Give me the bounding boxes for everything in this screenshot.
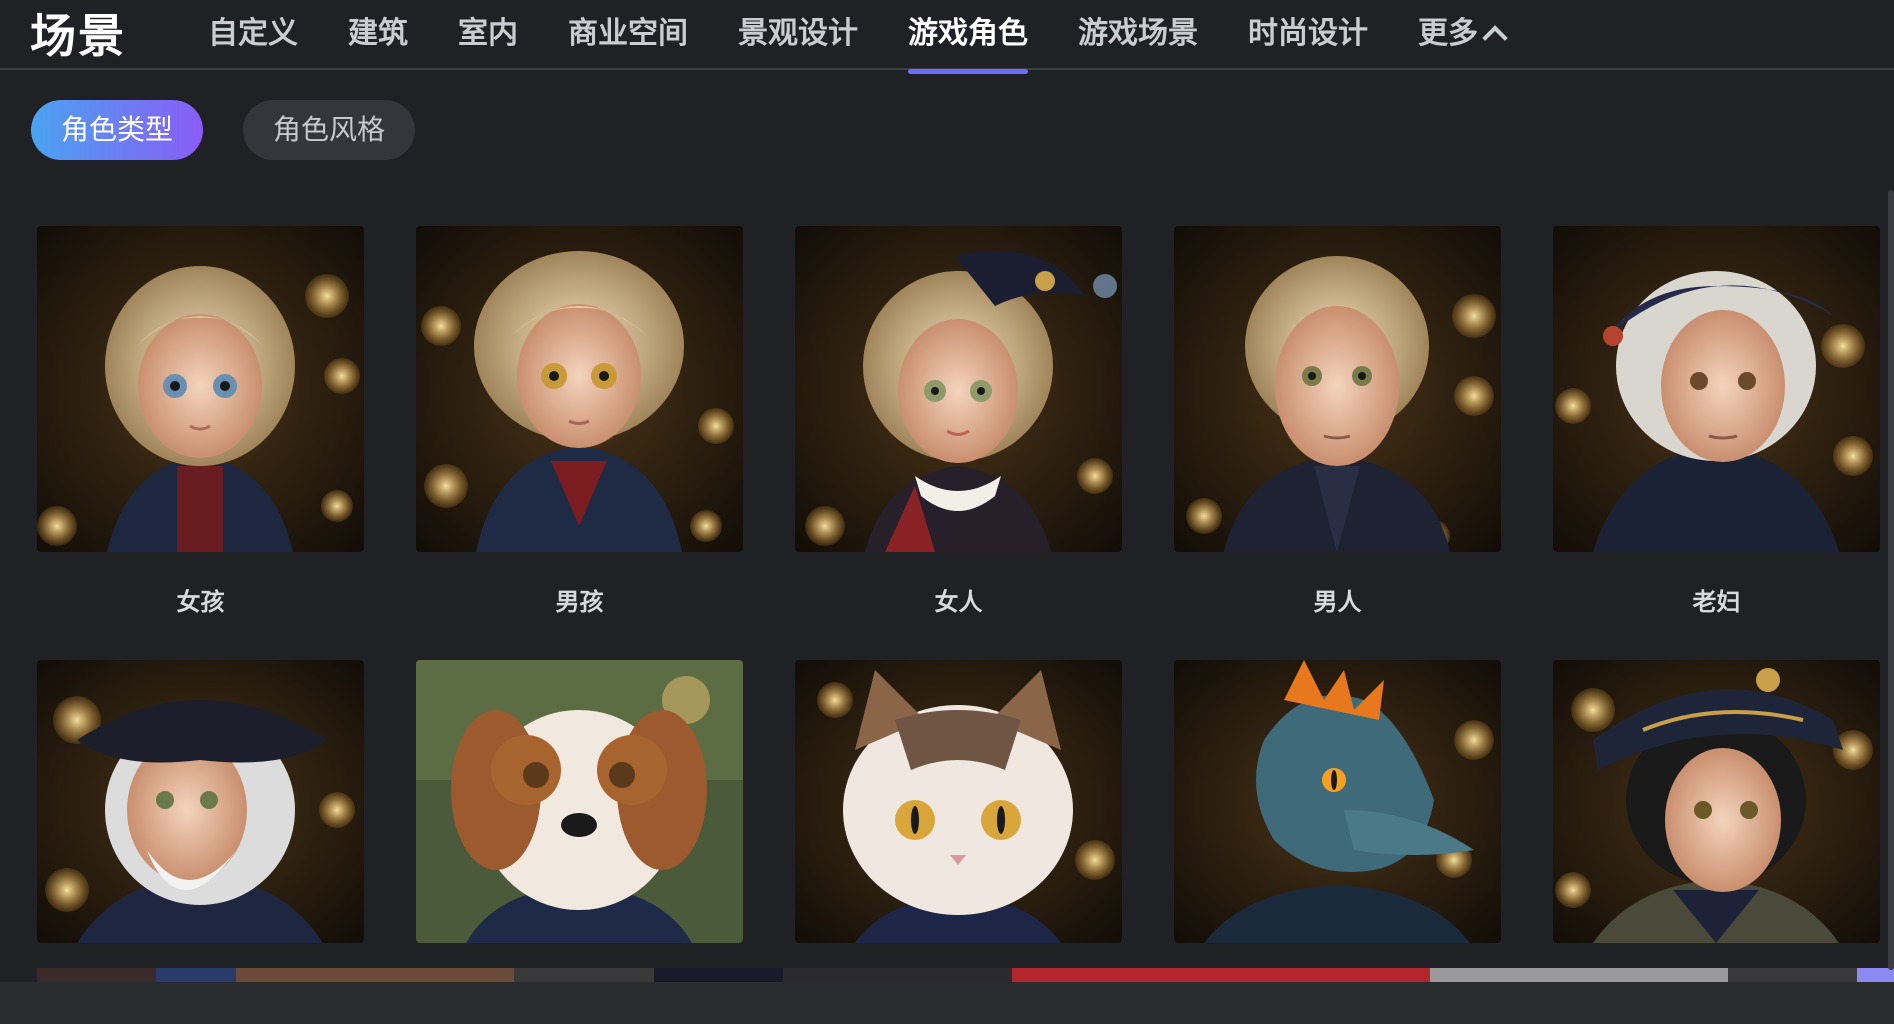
filter-character-style[interactable]: 角色风格	[243, 100, 416, 160]
card-image	[416, 226, 743, 552]
next-row-preview	[37, 968, 1894, 982]
tab-architecture[interactable]: 建筑	[348, 8, 408, 72]
tab-commercial-space[interactable]: 商业空间	[568, 8, 688, 72]
card-image	[795, 660, 1122, 943]
card-label: 男人	[1313, 588, 1362, 616]
top-nav: 场景 自定义 建筑 室内 商业空间 景观设计 游戏角色 游戏场景 时尚设计 更多	[0, 0, 1894, 74]
filter-pills: 角色类型 角色风格	[31, 100, 416, 160]
card-girl[interactable]: 女孩	[37, 226, 364, 617]
tab-fashion-design[interactable]: 时尚设计	[1248, 8, 1368, 72]
card-dragon[interactable]	[1174, 660, 1501, 943]
tab-interior[interactable]: 室内	[458, 8, 518, 72]
card-cat[interactable]	[795, 660, 1122, 943]
card-label: 男孩	[555, 588, 604, 616]
card-man[interactable]: 男人	[1174, 226, 1501, 617]
card-image	[37, 226, 364, 552]
card-woman[interactable]: 女人	[795, 226, 1122, 617]
tab-more-label: 更多	[1418, 16, 1478, 51]
card-soldier[interactable]	[1553, 660, 1880, 943]
card-label: 老妇	[1692, 588, 1741, 616]
card-old-woman[interactable]: 老妇	[1553, 226, 1880, 617]
tab-game-scene[interactable]: 游戏场景	[1078, 8, 1198, 72]
card-image	[37, 660, 364, 943]
chevron-up-icon	[1482, 25, 1508, 51]
tab-more[interactable]: 更多	[1418, 8, 1508, 72]
page-title: 场景	[30, 9, 126, 63]
card-dog[interactable]	[416, 660, 743, 943]
card-image	[1553, 226, 1880, 552]
card-boy[interactable]: 男孩	[416, 226, 743, 617]
filter-character-type[interactable]: 角色类型	[31, 100, 204, 160]
card-image	[416, 660, 743, 943]
category-tabs: 自定义 建筑 室内 商业空间 景观设计 游戏角色 游戏场景 时尚设计 更多	[208, 8, 1554, 74]
bottom-bar	[0, 982, 1894, 1024]
card-image	[1553, 660, 1880, 943]
card-image	[1174, 226, 1501, 552]
card-image	[1174, 660, 1501, 943]
tab-game-character[interactable]: 游戏角色	[908, 8, 1028, 74]
tab-landscape-design[interactable]: 景观设计	[738, 8, 858, 72]
vertical-scrollbar[interactable]	[1888, 190, 1894, 970]
card-label: 女孩	[176, 588, 225, 616]
card-old-man[interactable]	[37, 660, 364, 943]
card-image	[795, 226, 1122, 552]
card-label: 女人	[934, 588, 983, 616]
tab-custom[interactable]: 自定义	[208, 8, 298, 72]
